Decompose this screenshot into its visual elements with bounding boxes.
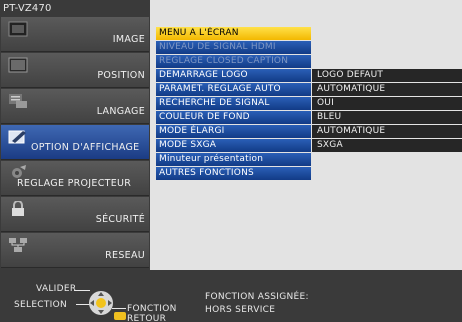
menu-row-sxga-mode[interactable]: MODE SXGA SXGA bbox=[156, 139, 462, 153]
menu-row-label: REGLAGE CLOSED CAPTION bbox=[156, 55, 311, 68]
return-hint: RETOUR bbox=[127, 314, 167, 322]
dpad-icon bbox=[89, 291, 113, 315]
menu-row-label: COULEUR DE FOND bbox=[156, 111, 311, 124]
top-spacer bbox=[150, 0, 462, 17]
menu-row-label: AUTRES FONCTIONS bbox=[156, 167, 311, 180]
sidebar-item-position[interactable]: POSITION bbox=[1, 53, 149, 88]
menu-row-startup-logo[interactable]: DEMARRAGE LOGO LOGO DEFAUT bbox=[156, 69, 462, 83]
menu-row-signal-search[interactable]: RECHERCHE DE SIGNAL OUI bbox=[156, 97, 462, 111]
function-hint: FONCTION bbox=[127, 304, 177, 314]
enter-hint: VALIDER bbox=[36, 284, 77, 294]
menu-row-closed-caption: REGLAGE CLOSED CAPTION bbox=[156, 55, 462, 69]
model-title: PT-VZ470 bbox=[0, 0, 150, 17]
sidebar-item-projector-setting[interactable]: REGLAGE PROJECTEUR bbox=[1, 161, 149, 196]
guide-line bbox=[112, 308, 126, 309]
sidebar-item-label: POSITION bbox=[97, 70, 145, 81]
menu-row-value: AUTOMATIQUE bbox=[312, 125, 462, 138]
sidebar-item-label: LANGAGE bbox=[96, 106, 145, 117]
menu-row-label: MENU A L'ÉCRAN bbox=[156, 27, 311, 40]
menu-row-background-color[interactable]: COULEUR DE FOND BLEU bbox=[156, 111, 462, 125]
return-key-icon bbox=[114, 312, 126, 320]
sidebar-item-label: OPTION D'AFFICHAGE bbox=[31, 142, 140, 153]
menu-row-label: RECHERCHE DE SIGNAL bbox=[156, 97, 311, 110]
sidebar-item-security[interactable]: SÉCURITÉ bbox=[1, 197, 149, 232]
menu-row-value: OUI bbox=[312, 97, 462, 110]
menu-row-onscreen-menu[interactable]: MENU A L'ÉCRAN bbox=[156, 27, 462, 41]
menu-row-wide-mode[interactable]: MODE ÉLARGI AUTOMATIQUE bbox=[156, 125, 462, 139]
display-option-icon bbox=[8, 130, 26, 144]
menu-row-label: MODE SXGA bbox=[156, 139, 311, 152]
menu-row-presentation-timer[interactable]: Minuteur présentation bbox=[156, 153, 462, 167]
sidebar-item-language[interactable]: LANGAGE bbox=[1, 89, 149, 124]
sidebar: IMAGE POSITION LANGAGE OPTION D'AFFICHAG… bbox=[0, 17, 150, 270]
sidebar-item-label: SÉCURITÉ bbox=[95, 214, 145, 225]
menu-row-label: MODE ÉLARGI bbox=[156, 125, 311, 138]
position-icon bbox=[8, 57, 28, 73]
menu-row-value bbox=[312, 153, 462, 166]
menu-row-hdmi-signal-level: NIVEAU DE SIGNAL HDMI bbox=[156, 41, 462, 55]
menu-row-other-functions[interactable]: AUTRES FONCTIONS bbox=[156, 167, 462, 181]
sidebar-item-label: IMAGE bbox=[112, 34, 145, 45]
assigned-function-value: HORS SERVICE bbox=[205, 305, 276, 315]
sidebar-item-image[interactable]: IMAGE bbox=[1, 17, 149, 52]
menu-row-label: NIVEAU DE SIGNAL HDMI bbox=[156, 41, 311, 54]
image-icon bbox=[8, 21, 28, 37]
menu-row-value: LOGO DEFAUT bbox=[312, 69, 462, 82]
language-icon bbox=[9, 94, 27, 108]
network-icon bbox=[9, 238, 27, 252]
sidebar-item-label: RESEAU bbox=[105, 250, 145, 261]
lock-icon bbox=[12, 201, 24, 216]
menu-row-value: SXGA bbox=[312, 139, 462, 152]
sidebar-item-label: REGLAGE PROJECTEUR bbox=[17, 178, 132, 189]
menu-row-value bbox=[312, 55, 462, 68]
submenu-panel: MENU A L'ÉCRAN NIVEAU DE SIGNAL HDMI REG… bbox=[150, 17, 462, 270]
sidebar-item-display-option[interactable]: OPTION D'AFFICHAGE bbox=[1, 125, 149, 160]
menu-row-label: Minuteur présentation bbox=[156, 153, 311, 166]
menu-row-auto-setting[interactable]: PARAMET. REGLAGE AUTO AUTOMATIQUE bbox=[156, 83, 462, 97]
divider-bar bbox=[0, 270, 462, 280]
menu-row-value: AUTOMATIQUE bbox=[312, 83, 462, 96]
menu-row-value: BLEU bbox=[312, 111, 462, 124]
assigned-function-label: FONCTION ASSIGNÉE: bbox=[205, 292, 309, 302]
menu-row-value bbox=[312, 41, 462, 54]
sidebar-item-network[interactable]: RESEAU bbox=[1, 233, 149, 268]
menu-row-value bbox=[312, 167, 462, 180]
menu-row-label: PARAMET. REGLAGE AUTO bbox=[156, 83, 311, 96]
menu-row-value bbox=[312, 27, 462, 40]
select-hint: SELECTION bbox=[14, 300, 68, 310]
osd-menu: PT-VZ470 IMAGE POSITION LANGAGE OPTION D… bbox=[0, 0, 462, 322]
menu-row-label: DEMARRAGE LOGO bbox=[156, 69, 311, 82]
